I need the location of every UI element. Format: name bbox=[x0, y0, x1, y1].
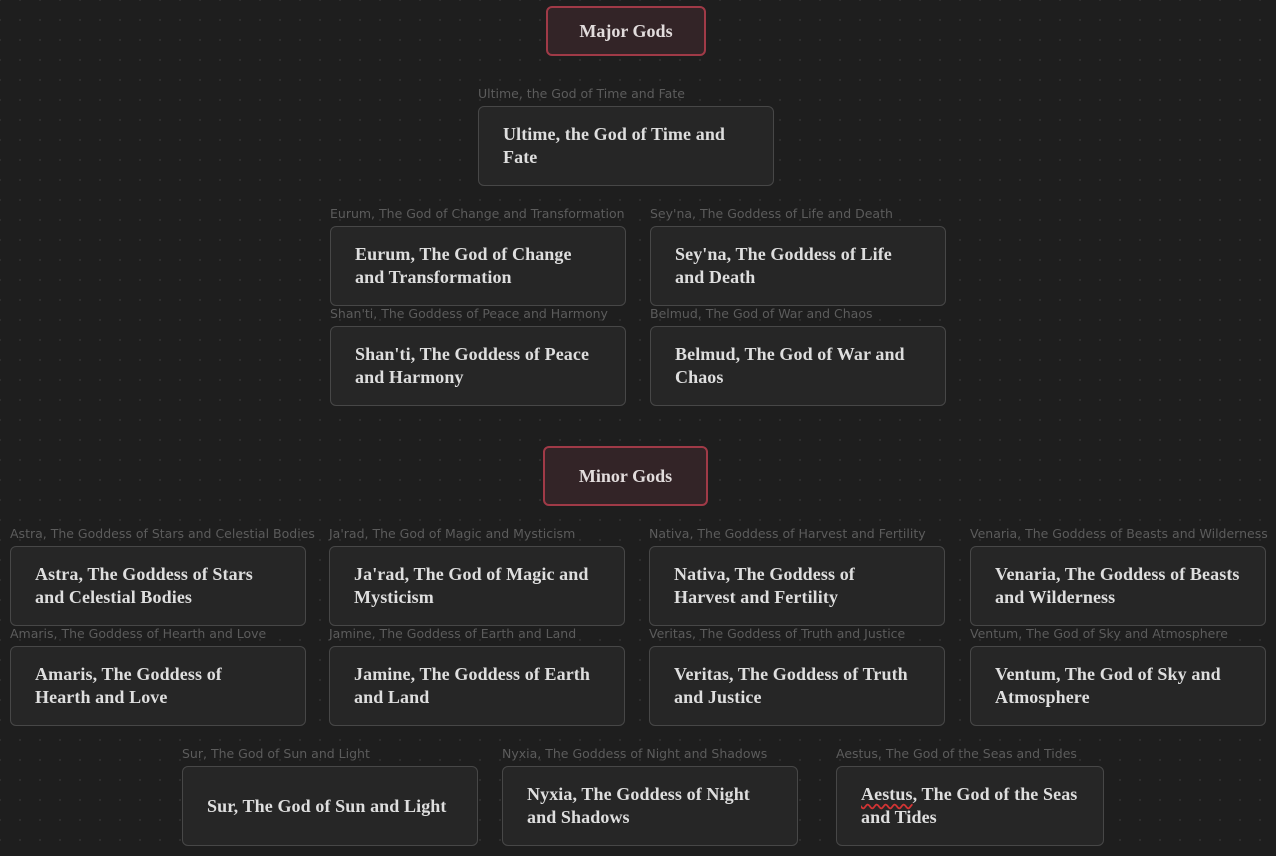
node-label-venaria: Venaria, The Goddess of Beasts and Wilde… bbox=[970, 526, 1268, 541]
node-nyxia-title: Nyxia, The Goddess of Night and Shadows bbox=[527, 784, 750, 827]
node-jarad[interactable]: Ja'rad, The God of Magic and Mysticism bbox=[329, 546, 625, 626]
node-ultime[interactable]: Ultime, the God of Time and Fate bbox=[478, 106, 774, 186]
node-astra-title: Astra, The Goddess of Stars and Celestia… bbox=[35, 564, 253, 607]
node-venaria-title: Venaria, The Goddess of Beasts and Wilde… bbox=[995, 564, 1240, 607]
node-veritas[interactable]: Veritas, The Goddess of Truth and Justic… bbox=[649, 646, 945, 726]
node-ultime-title: Ultime, the God of Time and Fate bbox=[503, 124, 726, 167]
group-major-gods-label: Major Gods bbox=[579, 20, 673, 41]
group-minor-gods[interactable]: Minor Gods bbox=[543, 446, 708, 506]
node-label-belmud: Belmud, The God of War and Chaos bbox=[650, 306, 873, 321]
node-jamine-title: Jamine, The Goddess of Earth and Land bbox=[354, 664, 590, 707]
node-shanti-title: Shan'ti, The Goddess of Peace and Harmon… bbox=[355, 344, 590, 387]
node-aestus[interactable]: Aestus, The God of the Seas and Tides bbox=[836, 766, 1104, 846]
node-shanti[interactable]: Shan'ti, The Goddess of Peace and Harmon… bbox=[330, 326, 626, 406]
node-eurum-title: Eurum, The God of Change and Transformat… bbox=[355, 244, 572, 287]
node-amaris-title: Amaris, The Goddess of Hearth and Love bbox=[35, 664, 222, 707]
misspelled-word-aestus[interactable]: Aestus bbox=[861, 784, 913, 804]
node-label-shanti: Shan'ti, The Goddess of Peace and Harmon… bbox=[330, 306, 608, 321]
node-amaris[interactable]: Amaris, The Goddess of Hearth and Love bbox=[10, 646, 306, 726]
node-aestus-title[interactable]: Aestus, The God of the Seas and Tides bbox=[861, 783, 1079, 829]
node-label-seyna: Sey'na, The Goddess of Life and Death bbox=[650, 206, 893, 221]
node-eurum[interactable]: Eurum, The God of Change and Transformat… bbox=[330, 226, 626, 306]
node-belmud-title: Belmud, The God of War and Chaos bbox=[675, 344, 905, 387]
node-seyna[interactable]: Sey'na, The Goddess of Life and Death bbox=[650, 226, 946, 306]
node-nativa[interactable]: Nativa, The Goddess of Harvest and Ferti… bbox=[649, 546, 945, 626]
node-label-sur: Sur, The God of Sun and Light bbox=[182, 746, 370, 761]
node-label-nyxia: Nyxia, The Goddess of Night and Shadows bbox=[502, 746, 768, 761]
node-sur-title: Sur, The God of Sun and Light bbox=[207, 795, 447, 816]
node-astra[interactable]: Astra, The Goddess of Stars and Celestia… bbox=[10, 546, 306, 626]
group-major-gods[interactable]: Major Gods bbox=[546, 6, 706, 56]
node-label-jamine: Jamine, The Goddess of Earth and Land bbox=[329, 626, 577, 641]
node-sur[interactable]: Sur, The God of Sun and Light bbox=[182, 766, 478, 846]
node-label-astra: Astra, The Goddess of Stars and Celestia… bbox=[10, 526, 315, 541]
node-ventum-title: Ventum, The God of Sky and Atmosphere bbox=[995, 664, 1221, 707]
node-label-amaris: Amaris, The Goddess of Hearth and Love bbox=[10, 626, 267, 641]
node-nativa-title: Nativa, The Goddess of Harvest and Ferti… bbox=[674, 564, 855, 607]
node-seyna-title: Sey'na, The Goddess of Life and Death bbox=[675, 244, 892, 287]
node-belmud[interactable]: Belmud, The God of War and Chaos bbox=[650, 326, 946, 406]
node-label-nativa: Nativa, The Goddess of Harvest and Ferti… bbox=[649, 526, 926, 541]
node-veritas-title: Veritas, The Goddess of Truth and Justic… bbox=[674, 664, 908, 707]
node-jarad-title: Ja'rad, The God of Magic and Mysticism bbox=[354, 564, 589, 607]
node-jamine[interactable]: Jamine, The Goddess of Earth and Land bbox=[329, 646, 625, 726]
node-label-ventum: Ventum, The God of Sky and Atmosphere bbox=[970, 626, 1228, 641]
node-nyxia[interactable]: Nyxia, The Goddess of Night and Shadows bbox=[502, 766, 798, 846]
node-label-veritas: Veritas, The Goddess of Truth and Justic… bbox=[649, 626, 906, 641]
node-label-eurum: Eurum, The God of Change and Transformat… bbox=[330, 206, 625, 221]
node-label-ultime: Ultime, the God of Time and Fate bbox=[478, 86, 685, 101]
group-minor-gods-label: Minor Gods bbox=[578, 465, 673, 486]
node-venaria[interactable]: Venaria, The Goddess of Beasts and Wilde… bbox=[970, 546, 1266, 626]
node-ventum[interactable]: Ventum, The God of Sky and Atmosphere bbox=[970, 646, 1266, 726]
node-label-jarad: Ja'rad, The God of Magic and Mysticism bbox=[329, 526, 576, 541]
node-label-aestus: Aestus, The God of the Seas and Tides bbox=[836, 746, 1077, 761]
